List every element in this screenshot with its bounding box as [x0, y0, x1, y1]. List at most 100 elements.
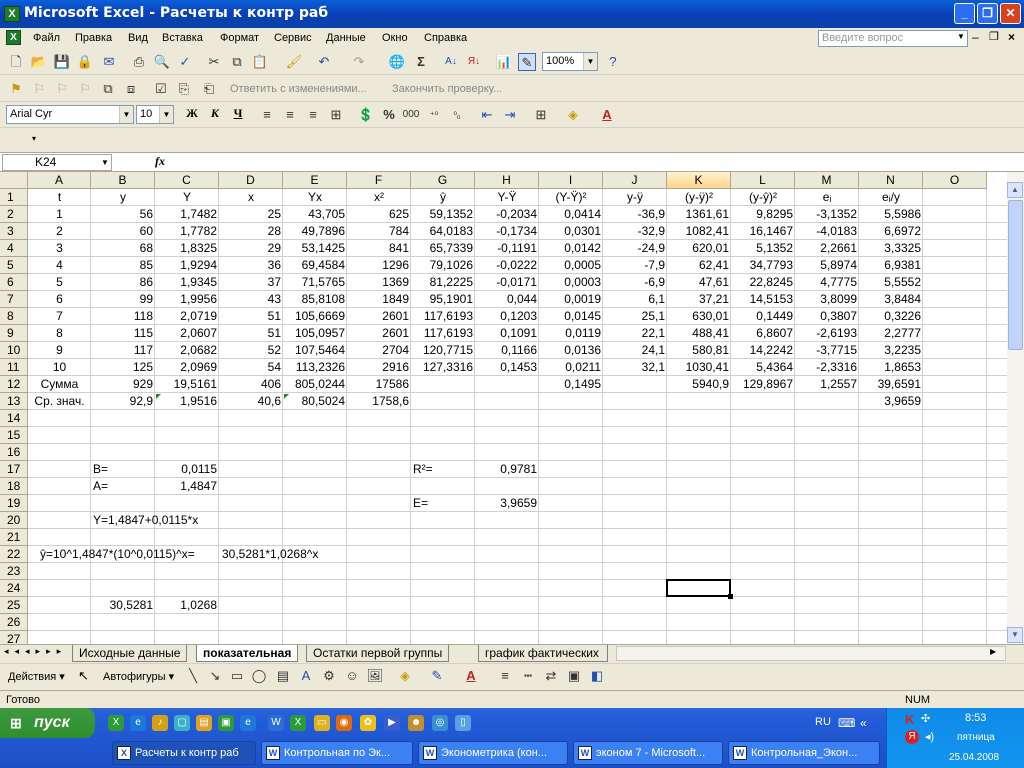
cell-h4[interactable]: -0,1191 [475, 240, 539, 257]
underline-button[interactable]: Ч [228, 106, 248, 121]
menu-tools[interactable]: Сервис [274, 32, 312, 44]
cell-h1[interactable]: Y-Ÿ [475, 189, 539, 206]
row-header-15[interactable]: 15 [0, 427, 28, 444]
quicklaunch-player-icon[interactable]: ▶ [384, 715, 400, 731]
textbox-icon[interactable]: ▤ [274, 667, 292, 685]
merge-center-icon[interactable]: ⊞ [327, 106, 345, 124]
doc-minimize-button[interactable]: – [972, 30, 979, 44]
close-button[interactable]: ✕ [1000, 3, 1021, 24]
ask-dropdown-icon[interactable]: ▼ [957, 32, 965, 41]
cell-j3[interactable]: -32,9 [603, 223, 667, 240]
quicklaunch-desktop-icon[interactable]: ▢ [174, 715, 190, 731]
cell-d5[interactable]: 36 [219, 257, 283, 274]
cell-b2[interactable]: 56 [91, 206, 155, 223]
column-header-n[interactable]: N [859, 172, 923, 189]
font-color-icon[interactable]: A [598, 106, 616, 124]
end-review-button[interactable]: Закончить проверку... [392, 83, 502, 95]
cell-f11[interactable]: 2916 [347, 359, 411, 376]
review-icon-9[interactable]: ⎗ [200, 80, 218, 98]
cell-e3[interactable]: 49,7896 [283, 223, 347, 240]
review-icon-8[interactable]: ⎘ [175, 80, 193, 98]
row-header-16[interactable]: 16 [0, 444, 28, 461]
column-header-k[interactable]: K [667, 172, 731, 189]
cell-m8[interactable]: 0,3807 [795, 308, 859, 325]
cell-d13[interactable]: 40,6 [219, 393, 283, 410]
select-all-corner[interactable] [0, 172, 28, 189]
row-header-5[interactable]: 5 [0, 257, 28, 274]
cell-n13[interactable]: 3,9659 [859, 393, 923, 410]
chevron-down-icon[interactable]: ▼ [119, 106, 133, 123]
clock-time[interactable]: 8:53 [965, 712, 986, 724]
cell-j7[interactable]: 6,1 [603, 291, 667, 308]
column-header-e[interactable]: E [283, 172, 347, 189]
align-right-icon[interactable]: ≡ [304, 106, 322, 124]
autosum-icon[interactable]: Σ [412, 53, 430, 71]
cell-n5[interactable]: 6,9381 [859, 257, 923, 274]
review-icon-3[interactable]: ⚐ [53, 80, 71, 98]
cell-h5[interactable]: -0,0222 [475, 257, 539, 274]
cell-h2[interactable]: -0,2034 [475, 206, 539, 223]
column-header-o[interactable]: O [923, 172, 987, 189]
row-header-21[interactable]: 21 [0, 529, 28, 546]
cell-n4[interactable]: 3,3325 [859, 240, 923, 257]
doc-close-button[interactable]: × [1008, 30, 1015, 44]
cell-c9[interactable]: 2,0607 [155, 325, 219, 342]
row-header-18[interactable]: 18 [0, 478, 28, 495]
tab-exponential[interactable]: показательная [196, 645, 299, 662]
cell-g4[interactable]: 65,7339 [411, 240, 475, 257]
quicklaunch-excel2-icon[interactable]: X [290, 715, 306, 731]
cell-a6[interactable]: 5 [28, 274, 91, 291]
chevron-down-icon[interactable]: ▼ [101, 155, 109, 170]
cell-f6[interactable]: 1369 [347, 274, 411, 291]
cell-a5[interactable]: 4 [28, 257, 91, 274]
cell-n12[interactable]: 39,6591 [859, 376, 923, 393]
cell-n8[interactable]: 0,3226 [859, 308, 923, 325]
percent-icon[interactable]: % [380, 106, 398, 124]
horizontal-scrollbar[interactable] [616, 646, 1006, 661]
rectangle-icon[interactable]: ▭ [228, 667, 246, 685]
cell-g8[interactable]: 117,6193 [411, 308, 475, 325]
column-header-b[interactable]: B [91, 172, 155, 189]
column-header-l[interactable]: L [731, 172, 795, 189]
cell-f12[interactable]: 17586 [347, 376, 411, 393]
oval-icon[interactable]: ◯ [250, 667, 268, 685]
row-header-13[interactable]: 13 [0, 393, 28, 410]
cell-i11[interactable]: 0,0211 [539, 359, 603, 376]
cell-e6[interactable]: 71,5765 [283, 274, 347, 291]
cell-k11[interactable]: 1030,41 [667, 359, 731, 376]
cell-j2[interactable]: -36,9 [603, 206, 667, 223]
cell-h19[interactable]: 3,9659 [475, 495, 539, 512]
cell-b18[interactable]: A= [91, 478, 155, 495]
cell-k5[interactable]: 62,41 [667, 257, 731, 274]
increase-decimal-icon[interactable]: ⁺⁰ [425, 106, 443, 124]
menu-view[interactable]: Вид [128, 32, 148, 44]
menu-insert[interactable]: Вставка [162, 32, 203, 44]
cell-g6[interactable]: 81,2225 [411, 274, 475, 291]
dash-style-icon[interactable]: ┅ [519, 667, 537, 685]
cell-c10[interactable]: 2,0682 [155, 342, 219, 359]
cell-c8[interactable]: 2,0719 [155, 308, 219, 325]
scroll-down-icon[interactable]: ▼ [1007, 627, 1023, 643]
cell-f7[interactable]: 1849 [347, 291, 411, 308]
cell-j9[interactable]: 22,1 [603, 325, 667, 342]
cell-i9[interactable]: 0,0119 [539, 325, 603, 342]
cell-j10[interactable]: 24,1 [603, 342, 667, 359]
cell-k12[interactable]: 5940,9 [667, 376, 731, 393]
cell-f8[interactable]: 2601 [347, 308, 411, 325]
column-header-m[interactable]: M [795, 172, 859, 189]
font-select[interactable]: Arial Cyr ▼ [6, 105, 134, 124]
cell-k8[interactable]: 630,01 [667, 308, 731, 325]
cell-c3[interactable]: 1,7782 [155, 223, 219, 240]
align-left-icon[interactable]: ≡ [258, 106, 276, 124]
title-bar[interactable]: X Microsoft Excel - Расчеты к контр раб … [0, 0, 1024, 28]
cell-f3[interactable]: 784 [347, 223, 411, 240]
cell-h11[interactable]: 0,1453 [475, 359, 539, 376]
line-style-icon[interactable]: ≡ [496, 667, 514, 685]
print-icon[interactable]: ⎙ [130, 53, 148, 71]
menu-file[interactable]: Файл [33, 32, 60, 44]
tab-residuals[interactable]: Остатки первой группы [306, 645, 450, 662]
cell-l7[interactable]: 14,5153 [731, 291, 795, 308]
fill-color-draw-icon[interactable]: ◈ [396, 667, 414, 685]
task-doc3[interactable]: Wэконом 7 - Microsoft... [573, 741, 723, 765]
task-excel[interactable]: X Расчеты к контр раб [112, 741, 256, 765]
